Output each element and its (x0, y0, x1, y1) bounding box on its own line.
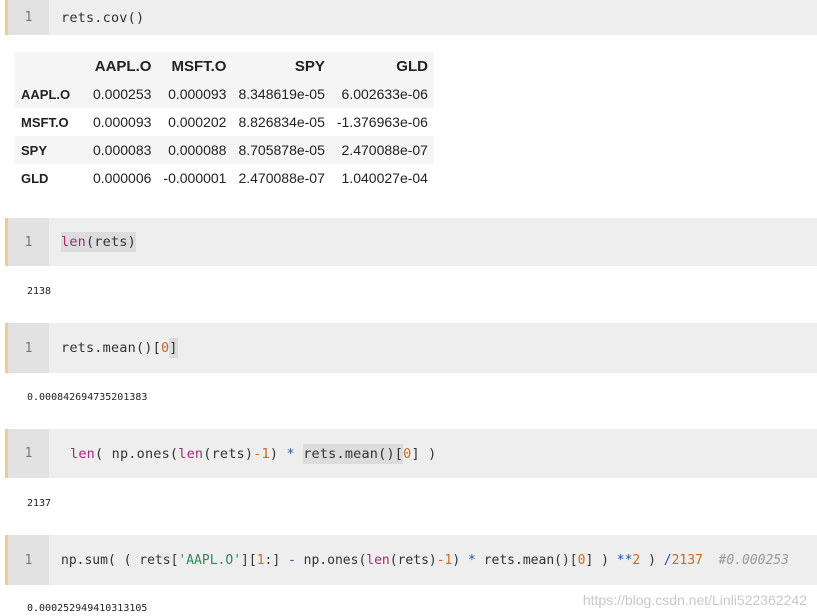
code-token: np.sum( ( rets[ (61, 552, 179, 568)
table-cell: 0.000093 (168, 86, 227, 102)
column-header: AAPL.O (94, 57, 152, 75)
cell-output: 0.000252949410313105 (27, 603, 148, 614)
table-cell: 0.000083 (93, 142, 152, 158)
code-token: 'AAPL.O' (178, 552, 242, 568)
code-token: ( np.ones( (94, 445, 179, 462)
table-cell: 8.348619e-05 (238, 86, 325, 102)
table-cell: 0.000093 (93, 114, 152, 130)
column-header: GLD (396, 57, 428, 75)
code-token: 1 (256, 552, 265, 568)
code-token: * (286, 445, 295, 462)
line-number: 1 (8, 429, 49, 478)
table-row: SPY 0.000083 0.000088 8.705878e-05 2.470… (15, 136, 434, 164)
code-token: * (468, 552, 476, 568)
code-token: (rets) (389, 552, 437, 568)
line-number: 1 (8, 218, 49, 266)
table-cell: -0.000001 (163, 170, 227, 186)
table-cell: 2.470088e-07 (238, 170, 325, 186)
table-cell: -1.376963e-06 (336, 114, 428, 130)
row-label: AAPL.O (21, 86, 71, 102)
watermark: https://blog.csdn.net/Linli522362242 (582, 592, 807, 608)
line-number: 1 (8, 323, 49, 373)
row-label: MSFT.O (21, 114, 69, 130)
covariance-table: AAPL.O MSFT.O SPY GLD AAPL.O 0.000253 0.… (15, 52, 434, 192)
row-label: SPY (21, 142, 48, 158)
code-token: ) (452, 552, 469, 568)
code-token: 0 (403, 445, 412, 462)
table-cell: 0.000006 (93, 170, 152, 186)
code-text[interactable]: np.sum( ( rets['AAPL.O'][1:] - np.ones(l… (61, 535, 789, 585)
code-token: -1 (253, 445, 270, 462)
row-label: GLD (21, 170, 49, 186)
code-text[interactable]: len(rets) (61, 218, 136, 266)
code-text[interactable]: len( np.ones(len (rets) -1) * rets.mean()[… (70, 429, 436, 478)
code-text[interactable]: rets.mean()[0] (61, 323, 178, 373)
code-comment: #0.000253 (702, 552, 789, 568)
code-token: :] (264, 552, 288, 568)
code-token: ][ (241, 552, 257, 568)
table-cell: 1.040027e-04 (341, 170, 428, 186)
column-header: MSFT.O (171, 57, 227, 75)
code-cell-len[interactable]: 1 len(rets) (5, 218, 817, 266)
code-text[interactable]: rets.cov() (61, 0, 144, 35)
table-row: GLD 0.000006 -0.000001 2.470088e-07 1.04… (15, 164, 434, 192)
code-cell-variance[interactable]: 1 np.sum( ( rets['AAPL.O'][1:] - np.ones… (5, 535, 817, 585)
code-token: - (288, 552, 296, 568)
code-token: len (178, 445, 204, 462)
code-token: ] (169, 338, 178, 358)
code-token: 2 (632, 552, 641, 568)
table-cell: 0.000253 (93, 86, 152, 102)
code-token: rets.mean()[ (61, 340, 161, 356)
table-corner (15, 52, 87, 80)
cell-output: 0.000842694735201383 (27, 392, 148, 403)
cell-output: 2138 (27, 286, 52, 297)
cell-output: 2137 (27, 498, 52, 509)
code-token: (rets) (203, 445, 254, 462)
table-cell: 0.000088 (168, 142, 227, 158)
code-cell-mean[interactable]: 1 rets.mean()[0] (5, 323, 817, 373)
table-cell: 6.002633e-06 (341, 86, 428, 102)
line-number: 1 (8, 0, 49, 35)
code-token: ] ) (585, 552, 617, 568)
code-token: rets.mean()[ (475, 552, 578, 568)
code-token: ) (269, 445, 287, 462)
code-token: np.ones( (295, 552, 367, 568)
table-header-row: AAPL.O MSFT.O SPY GLD (15, 52, 434, 80)
table-cell: 0.000202 (168, 114, 227, 130)
code-token: len (70, 445, 95, 462)
code-token: / (663, 552, 672, 568)
table-row: AAPL.O 0.000253 0.000093 8.348619e-05 6.… (15, 80, 434, 108)
code-token: rets.mean()[ (303, 443, 404, 464)
table-row: MSFT.O 0.000093 0.000202 8.826834e-05 -1… (15, 108, 434, 136)
table-cell: 8.826834e-05 (238, 114, 325, 130)
line-number: 1 (8, 535, 49, 585)
code-cell-len-ones[interactable]: 1 len( np.ones(len (rets) -1) * rets.mean(… (5, 429, 817, 478)
code-token: -1 (436, 552, 453, 568)
code-token: ] ) (411, 445, 437, 462)
code-token: 0 (577, 552, 586, 568)
code-token: ) (640, 552, 664, 568)
table-cell: 8.705878e-05 (238, 142, 325, 158)
column-header: SPY (294, 57, 325, 75)
code-token: 0 (160, 340, 170, 356)
code-token: ** (616, 552, 633, 568)
code-token: len (366, 552, 390, 568)
code-cell-cov[interactable]: 1 rets.cov() (5, 0, 817, 35)
code-token: 2137 (671, 552, 703, 568)
table-cell: 2.470088e-07 (341, 142, 428, 158)
code-token: len (61, 234, 86, 250)
code-token: (rets) (85, 234, 136, 250)
